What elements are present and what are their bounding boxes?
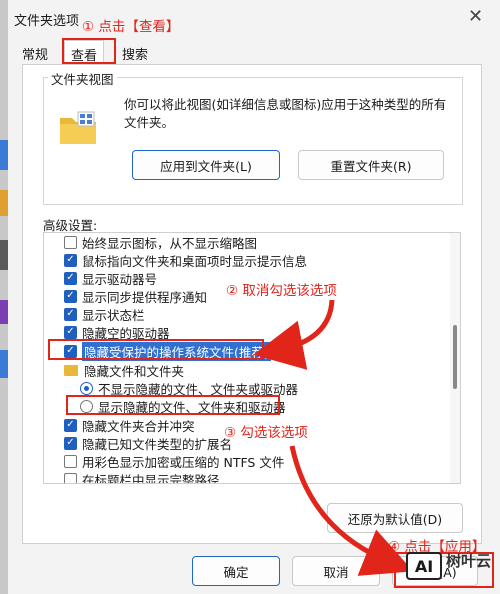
- setting-always-show-icons[interactable]: 始终显示图标，从不显示缩略图: [64, 233, 257, 251]
- highlight-show-hidden: [66, 395, 280, 415]
- setting-show-sync-notifications[interactable]: ✓ 显示同步提供程序通知: [64, 287, 207, 305]
- folder-views-title: 文件夹视图: [48, 69, 117, 88]
- checkbox-icon[interactable]: [64, 472, 77, 483]
- setting-label: 在标题栏中显示完整路径: [82, 472, 220, 484]
- checkbox-icon[interactable]: [64, 235, 77, 249]
- cancel-button[interactable]: 取消: [292, 556, 380, 586]
- highlight-protected-files: [48, 339, 264, 360]
- ok-button[interactable]: 确定: [192, 556, 280, 586]
- watermark-ai-badge: AI: [406, 552, 442, 580]
- setting-label: 显示同步提供程序通知: [82, 289, 208, 305]
- setting-label: 显示状态栏: [82, 307, 145, 323]
- tab-search[interactable]: 搜索: [116, 40, 155, 64]
- setting-label: 隐藏文件和文件夹: [84, 363, 185, 379]
- setting-color-ntfs-files[interactable]: 用彩色显示加密或压缩的 NTFS 文件: [64, 452, 284, 470]
- setting-show-status-bar[interactable]: ✓ 显示状态栏: [64, 305, 145, 323]
- folder-icon: [64, 364, 78, 376]
- setting-label: 鼠标指向文件夹和桌面项时显示提示信息: [82, 253, 308, 269]
- setting-label: 用彩色显示加密或压缩的 NTFS 文件: [82, 454, 285, 470]
- checkbox-checked-icon[interactable]: ✓: [64, 418, 77, 432]
- background-window-strip: [0, 0, 8, 594]
- checkbox-checked-icon[interactable]: ✓: [64, 253, 77, 267]
- setting-full-path-title[interactable]: 在标题栏中显示完整路径: [64, 470, 220, 484]
- radio-selected-icon[interactable]: [80, 381, 93, 395]
- highlight-view-tab: [62, 38, 116, 64]
- setting-label: 隐藏文件夹合并冲突: [82, 418, 195, 434]
- folder-views-description: 你可以将此视图(如详细信息或图标)应用于这种类型的所有文件夹。: [124, 97, 447, 130]
- setting-label: 隐藏已知文件类型的扩展名: [82, 436, 233, 452]
- folder-views-group: 文件夹视图 你可以将此视图(如详细信息或图标)应用于这种类型的所有文件夹。 应用…: [43, 69, 463, 205]
- checkbox-checked-icon[interactable]: ✓: [64, 436, 77, 450]
- view-tab-panel: 文件夹视图 你可以将此视图(如详细信息或图标)应用于这种类型的所有文件夹。 应用…: [22, 64, 482, 544]
- folder-view-icon: [60, 111, 96, 144]
- restore-defaults-button[interactable]: 还原为默认值(D): [327, 503, 463, 533]
- annotation-step3: ③ 勾选该选项: [224, 425, 308, 441]
- apply-to-folders-button[interactable]: 应用到文件夹(L): [132, 150, 280, 180]
- list-scrollbar[interactable]: [450, 233, 460, 483]
- checkbox-checked-icon[interactable]: ✓: [64, 307, 77, 321]
- setting-label: 始终显示图标，从不显示缩略图: [82, 235, 258, 251]
- annotation-step2: ② 取消勾选该选项: [226, 283, 337, 299]
- setting-label: 显示驱动器号: [82, 271, 158, 287]
- close-icon[interactable]: ✕: [468, 6, 483, 27]
- setting-show-popup-description[interactable]: ✓ 鼠标指向文件夹和桌面项时显示提示信息: [64, 251, 307, 269]
- checkbox-checked-icon[interactable]: ✓: [64, 325, 77, 339]
- checkbox-icon[interactable]: [64, 454, 77, 468]
- tab-general[interactable]: 常规: [16, 40, 55, 64]
- checkbox-checked-icon[interactable]: ✓: [64, 289, 77, 303]
- annotation-step1: ① 点击【查看】: [82, 19, 180, 35]
- setting-hide-merge-conflicts[interactable]: ✓ 隐藏文件夹合并冲突: [64, 416, 195, 434]
- setting-hidden-files-folder: 隐藏文件和文件夹: [64, 361, 184, 379]
- scrollbar-thumb[interactable]: [453, 325, 457, 389]
- window-title: 文件夹选项: [14, 14, 80, 29]
- watermark-text: 树叶云: [446, 552, 492, 570]
- checkbox-checked-icon[interactable]: ✓: [64, 271, 77, 285]
- setting-show-drive-letters[interactable]: ✓ 显示驱动器号: [64, 269, 157, 287]
- setting-hide-extensions[interactable]: ✓ 隐藏已知文件类型的扩展名: [64, 434, 232, 452]
- reset-folders-button[interactable]: 重置文件夹(R): [298, 150, 444, 180]
